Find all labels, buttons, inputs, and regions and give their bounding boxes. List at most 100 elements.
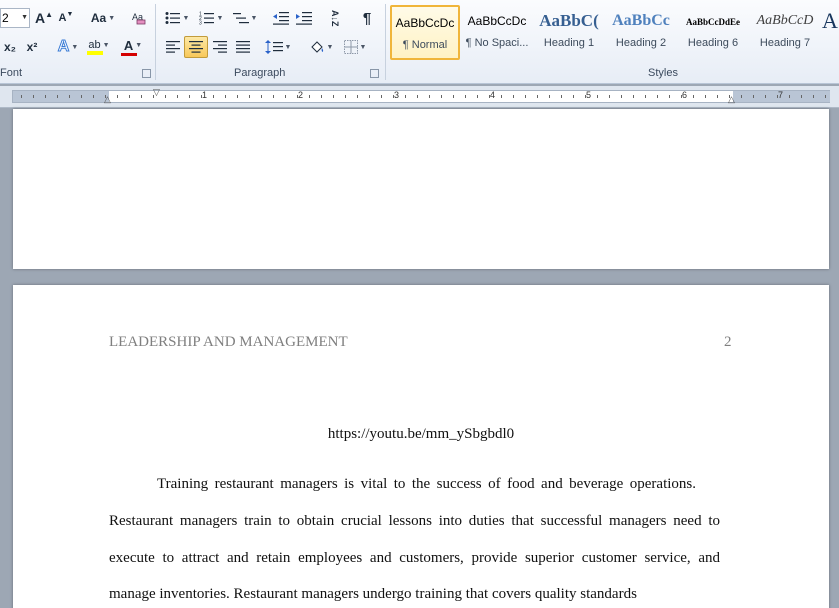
style-no-spacing[interactable]: AaBbCcDc ¶ No Spaci...: [462, 5, 532, 60]
numbering-icon: 1 2 3: [199, 12, 214, 26]
ruler-number: 7: [778, 90, 784, 100]
ruler-tick: [501, 95, 502, 98]
ruler-tick: [765, 95, 766, 98]
align-right-button[interactable]: [209, 37, 231, 57]
line-spacing-button[interactable]: ▼: [262, 37, 294, 57]
change-case-button[interactable]: Aa ▼: [88, 8, 118, 28]
document-page-1[interactable]: [13, 109, 829, 269]
font-size-box[interactable]: 2 ▼: [0, 8, 30, 28]
ruler-number: 4: [490, 90, 496, 100]
ruler-tick: [105, 95, 106, 98]
ruler-tick: [789, 95, 790, 98]
ruler-tick: [297, 95, 298, 98]
text-effects-button[interactable]: A ▼: [54, 37, 82, 57]
svg-text:3: 3: [199, 21, 202, 26]
style-heading-2[interactable]: AaBbCc Heading 2: [606, 5, 676, 60]
ruler-tick: [753, 95, 754, 98]
justify-icon: [236, 41, 250, 53]
shrink-font-button[interactable]: A ▼: [56, 8, 76, 28]
ruler-tick: [633, 95, 634, 98]
subscript-button[interactable]: x₂: [0, 37, 20, 57]
superscript-label: x²: [26, 40, 38, 54]
ruler-tick: [273, 95, 274, 98]
highlight-color-swatch: [87, 51, 103, 55]
font-dialog-launcher-icon[interactable]: [142, 69, 151, 78]
ruler-tick: [93, 95, 94, 98]
ruler-tick: [813, 95, 814, 98]
ruler-number: 1: [202, 90, 208, 100]
first-line-indent-icon[interactable]: ▽: [153, 87, 160, 98]
ruler-tick: [201, 95, 202, 98]
body-text-line: manage inventories. Restaurant managers …: [109, 586, 637, 602]
align-left-button[interactable]: [162, 37, 184, 57]
superscript-button[interactable]: x²: [22, 37, 42, 57]
font-group: 2 ▼ A ▲ A ▼ Aa ▼ Aa x₂ x² A ▼ ab ▼ A ▼ F…: [0, 0, 155, 84]
ruler-tick: [405, 95, 406, 98]
numbering-button[interactable]: 1 2 3 ▼: [196, 8, 226, 28]
chevron-down-icon[interactable]: ▼: [21, 9, 28, 27]
ruler-tick: [585, 95, 586, 98]
ruler-tick: [525, 95, 526, 98]
ruler-tick: [417, 95, 418, 98]
borders-button[interactable]: ▼: [340, 37, 370, 57]
ruler-number: 2: [298, 90, 304, 100]
paragraph-group: ▼ 1 2 3 ▼ ▼ A↓Z ¶ ▼ ▼ ▼ Paragraph: [156, 0, 384, 84]
url-line[interactable]: https://youtu.be/mm_ySbgbdl0: [13, 426, 829, 443]
sort-icon: A↓Z: [330, 9, 340, 27]
pilcrow-icon: ¶: [362, 9, 372, 27]
horizontal-ruler[interactable]: ▽ △ △ 1234567: [12, 87, 830, 104]
align-center-button[interactable]: [184, 36, 208, 58]
align-left-icon: [166, 41, 180, 53]
sort-button[interactable]: A↓Z: [324, 8, 346, 28]
bullets-button[interactable]: ▼: [162, 8, 192, 28]
ruler-tick: [81, 95, 82, 98]
ruler-tick: [69, 95, 70, 98]
ruler-number: 6: [682, 90, 688, 100]
style-heading-7[interactable]: AaBbCcD Heading 7: [750, 5, 820, 60]
ruler-tick: [693, 95, 694, 98]
ruler-tick: [669, 95, 670, 98]
paragraph-group-label: Paragraph: [234, 67, 286, 79]
ruler-tick: [381, 95, 382, 98]
style-title[interactable]: A: [822, 5, 839, 60]
style-heading-6[interactable]: AaBbCcDdEe Heading 6: [678, 5, 748, 60]
ruler-tick: [57, 95, 58, 98]
ruler-tick: [825, 95, 826, 98]
highlight-button[interactable]: ab ▼: [84, 37, 114, 57]
decrease-indent-button[interactable]: [270, 8, 292, 28]
ruler-tick: [465, 95, 466, 98]
ruler-tick: [285, 95, 286, 98]
ruler-tick: [801, 95, 802, 98]
style-sample: AaBbCcD: [756, 13, 814, 28]
style-sample: AaBbCcDdEe: [685, 17, 740, 27]
page-number: 2: [724, 334, 732, 350]
increase-indent-button[interactable]: [293, 8, 315, 28]
justify-button[interactable]: [232, 37, 254, 57]
ruler-tick: [345, 95, 346, 98]
grow-font-button[interactable]: A ▲: [34, 8, 54, 28]
grow-font-icon: A: [34, 10, 46, 26]
multilevel-list-button[interactable]: ▼: [230, 8, 260, 28]
ruler-tick: [429, 95, 430, 98]
ruler-tick: [165, 95, 166, 98]
ruler-tick: [369, 95, 370, 98]
ruler-tick: [189, 95, 190, 98]
ruler-tick: [153, 95, 154, 98]
shading-button[interactable]: ▼: [306, 37, 336, 57]
styles-group: AaBbCcDc ¶ Normal AaBbCcDc ¶ No Spaci...…: [386, 0, 839, 84]
ruler-tick: [237, 95, 238, 98]
ruler-tick: [477, 95, 478, 98]
ruler-tick: [645, 95, 646, 98]
decrease-indent-icon: [273, 12, 289, 25]
ruler-left-margin: [13, 91, 109, 102]
show-formatting-button[interactable]: ¶: [356, 8, 378, 28]
bullets-icon: [165, 12, 180, 24]
ruler-tick: [777, 95, 778, 98]
paragraph-dialog-launcher-icon[interactable]: [370, 69, 379, 78]
style-normal[interactable]: AaBbCcDc ¶ Normal: [390, 5, 460, 60]
style-heading-1[interactable]: AaBbC( Heading 1: [534, 5, 604, 60]
ruler-number: 5: [586, 90, 592, 100]
clear-formatting-button[interactable]: Aa: [128, 8, 150, 28]
font-color-button[interactable]: A ▼: [118, 37, 148, 57]
document-page-2[interactable]: LEADERSHIP AND MANAGEMENT 2 https://yout…: [13, 285, 829, 608]
